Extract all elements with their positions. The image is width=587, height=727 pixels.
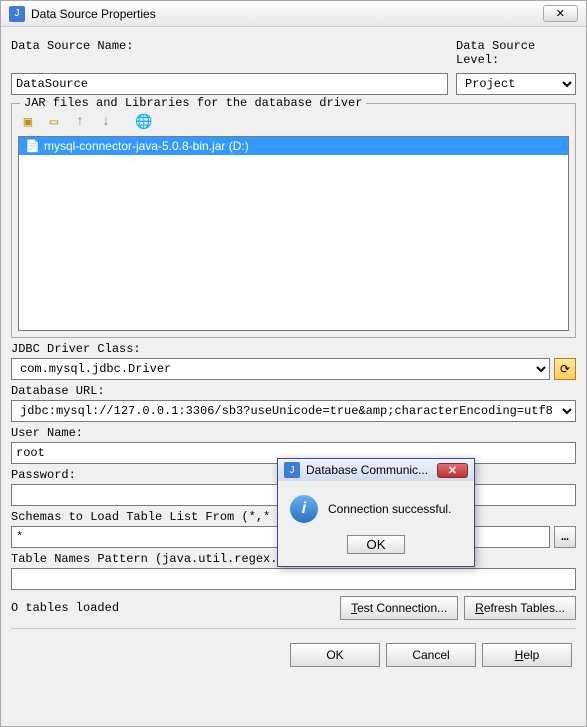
main-window: J Data Source Properties ✕ Data Source N… [0,0,587,727]
test-connection-button[interactable]: Test Connection... [340,596,458,620]
help-button[interactable]: Help [482,643,572,667]
jar-toolbar: ▣ ▭ ↑ ↓ 🌐 [18,110,569,136]
down-icon[interactable]: ↓ [96,112,116,132]
up-icon[interactable]: ↑ [70,112,90,132]
list-item[interactable]: 📄 mysql-connector-java-5.0.8-bin.jar (D:… [19,137,568,155]
app-icon: J [284,462,300,478]
window-title: Data Source Properties [31,7,156,21]
globe-icon[interactable]: 🌐 [134,112,154,132]
jar-fieldset: JAR files and Libraries for the database… [11,103,576,338]
window-close-button[interactable]: ✕ [543,5,578,22]
modal-title-text: Database Communic... [306,463,428,477]
bottom-bar: OK Cancel Help [11,637,576,669]
driver-class-label: JDBC Driver Class: [11,342,576,356]
jar-file-icon: 📄 [25,139,40,153]
separator [11,628,576,629]
schemas-browse-button[interactable]: … [554,526,576,548]
modal-message: Connection successful. [328,502,451,516]
table-pattern-input[interactable] [11,568,576,590]
db-url-select[interactable]: jdbc:mysql://127.0.0.1:3306/sb3?useUnico… [11,400,576,422]
modal-button-row: OK [278,529,474,566]
info-icon: i [290,495,318,523]
add-icon[interactable]: ▣ [18,112,38,132]
modal-body: i Connection successful. [278,481,474,529]
modal-dialog: J Database Communic... ✕ i Connection su… [277,458,475,567]
modal-titlebar: J Database Communic... ✕ [278,459,474,481]
jar-item-label: mysql-connector-java-5.0.8-bin.jar (D:) [44,139,249,153]
cancel-button[interactable]: Cancel [386,643,476,667]
titlebar: J Data Source Properties ✕ [1,1,586,27]
refresh-driver-button[interactable]: ⟳ [554,358,576,380]
tables-loaded-status: O tables loaded [11,601,119,615]
modal-close-button[interactable]: ✕ [437,463,468,478]
data-source-level-select[interactable]: Project [456,73,576,95]
remove-icon[interactable]: ▭ [44,112,64,132]
content-area: Data Source Name: Data Source Level: Pro… [1,27,586,677]
app-icon: J [9,6,25,22]
username-label: User Name: [11,426,576,440]
name-label: Data Source Name: [11,39,448,53]
modal-ok-button[interactable]: OK [347,535,404,554]
driver-class-select[interactable]: com.mysql.jdbc.Driver [11,358,550,380]
db-url-label: Database URL: [11,384,576,398]
ok-button[interactable]: OK [290,643,380,667]
jar-legend: JAR files and Libraries for the database… [20,96,366,110]
data-source-name-input[interactable] [11,73,448,95]
level-label: Data Source Level: [456,39,576,67]
refresh-tables-button[interactable]: Refresh Tables... [464,596,576,620]
jar-listbox[interactable]: 📄 mysql-connector-java-5.0.8-bin.jar (D:… [18,136,569,331]
